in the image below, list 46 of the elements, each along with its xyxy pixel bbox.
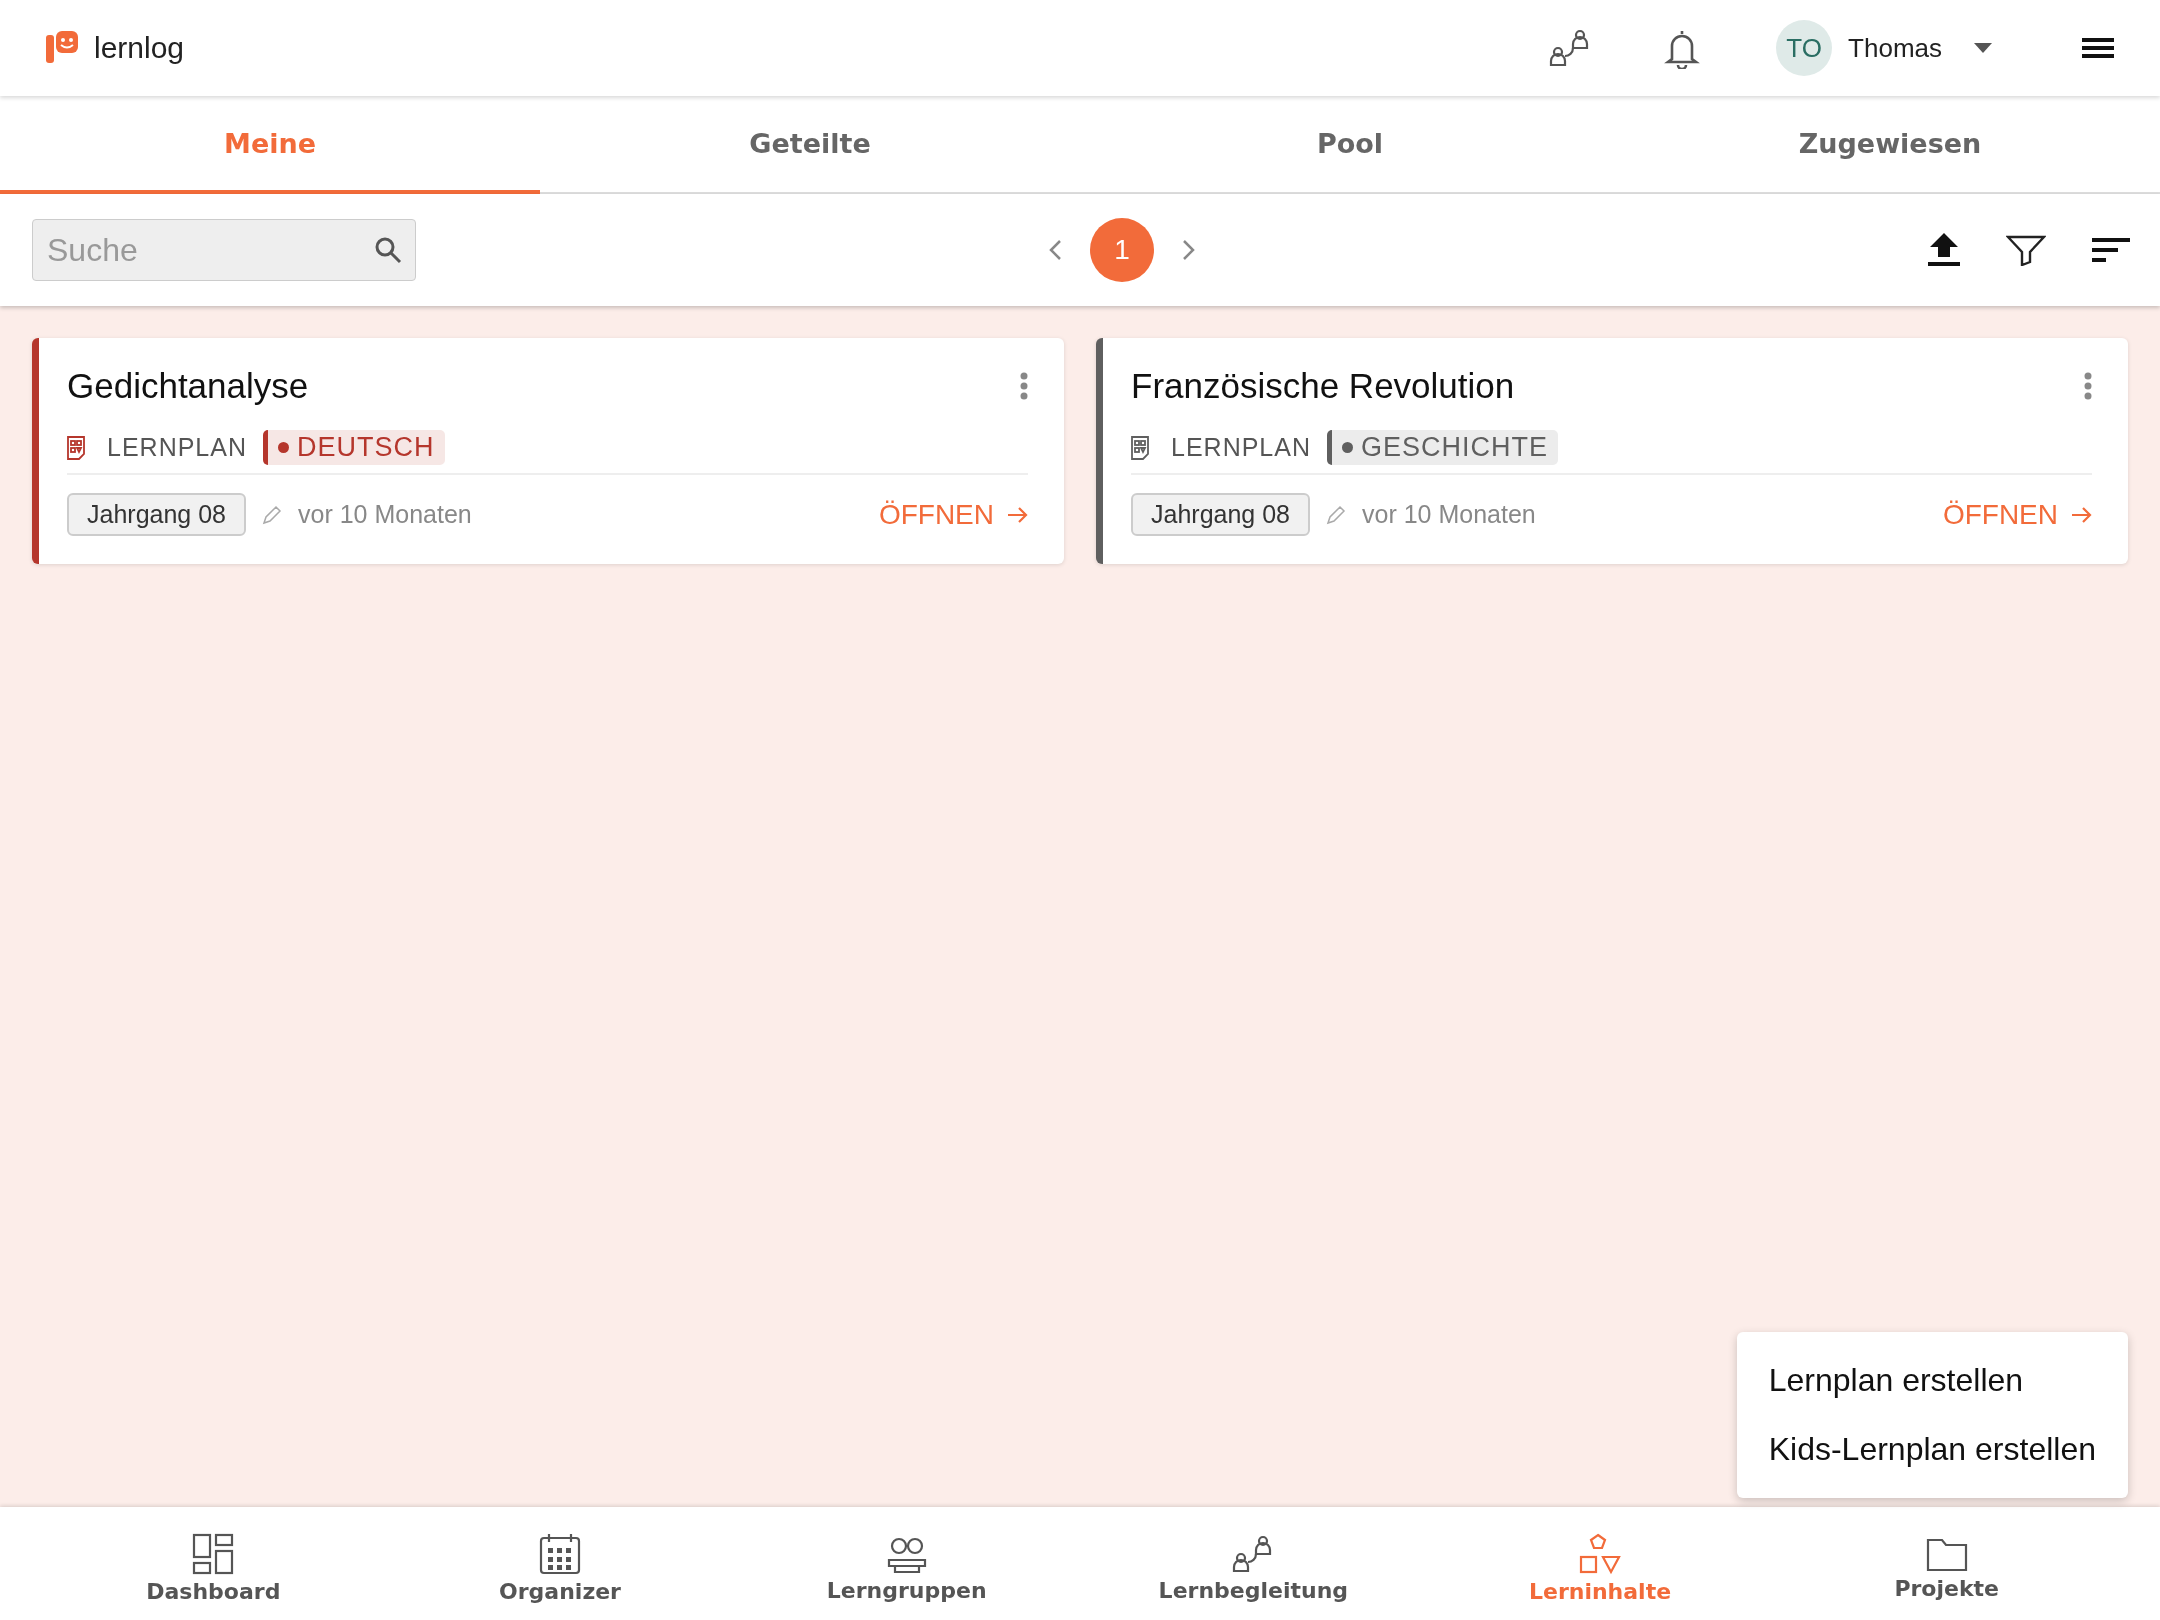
pencil-icon (262, 504, 282, 525)
content-card[interactable]: Gedichtanalyse LERNPLAN DEUTSCH Jahrgang 08 vor 10 Monaten ÖFFNEN (32, 338, 1064, 564)
nav-item[interactable]: Lernbegleitung (1080, 1507, 1427, 1620)
arrow-right-icon (2072, 506, 2092, 523)
tab[interactable]: Geteilte (540, 96, 1080, 194)
sort-icon[interactable] (2092, 236, 2130, 264)
pencil-icon (1326, 504, 1346, 525)
document-icon (67, 435, 85, 460)
logo-icon (46, 31, 80, 65)
search-field[interactable]: Suche (32, 219, 416, 281)
content-card[interactable]: Französische Revolution LERNPLAN GESCHICHTE Jahrgang 08 vor 10 Monaten ÖFFNEN (1096, 338, 2128, 564)
subject-tag: GESCHICHTE (1327, 430, 1559, 465)
edited-time: vor 10 Monaten (298, 500, 473, 529)
menu-icon[interactable] (2082, 36, 2114, 60)
nav-item[interactable]: Projekte (1773, 1507, 2121, 1620)
nav-item[interactable]: Dashboard (40, 1507, 387, 1620)
grade-chip: Jahrgang 08 (67, 493, 246, 536)
card-title: Gedichtanalyse (67, 366, 309, 406)
card-title: Französische Revolution (1131, 366, 1515, 406)
next-page-icon[interactable] (1182, 239, 1196, 261)
document-icon (1131, 435, 1149, 460)
app-logo-text[interactable]: lernlog (94, 31, 185, 65)
previous-page-icon[interactable] (1048, 239, 1062, 261)
nav-item[interactable]: Lerngruppen (733, 1507, 1080, 1620)
search-icon[interactable] (374, 236, 402, 264)
edited-time: vor 10 Monaten (1362, 500, 1537, 529)
nav-item[interactable]: Organizer (386, 1507, 734, 1620)
user-name[interactable]: Thomas (1848, 32, 1942, 64)
caret-icon[interactable] (1974, 43, 1992, 53)
dashboard-icon (192, 1532, 235, 1575)
tab[interactable]: Pool (1080, 96, 1620, 194)
tab[interactable]: Zugewiesen (1620, 96, 2160, 194)
grade-chip: Jahrgang 08 (1131, 493, 1310, 536)
content-type-label: LERNPLAN (107, 433, 247, 462)
subject-tag: DEUTSCH (263, 430, 445, 465)
more-options-icon[interactable] (2084, 372, 2092, 400)
content-type-label: LERNPLAN (1171, 433, 1311, 462)
calendar-icon (539, 1532, 581, 1575)
menu-item[interactable]: Kids-Lernplan erstellen (1736, 1415, 2128, 1484)
arrow-right-icon (1008, 506, 1028, 523)
upload-icon[interactable] (1928, 233, 1960, 267)
user-avatar[interactable]: TO (1776, 20, 1833, 76)
menu-item[interactable]: Lernplan erstellen (1736, 1346, 2128, 1415)
more-options-icon[interactable] (1020, 372, 1028, 400)
filter-icon[interactable] (2006, 234, 2046, 266)
shapes-icon (1578, 1532, 1622, 1575)
